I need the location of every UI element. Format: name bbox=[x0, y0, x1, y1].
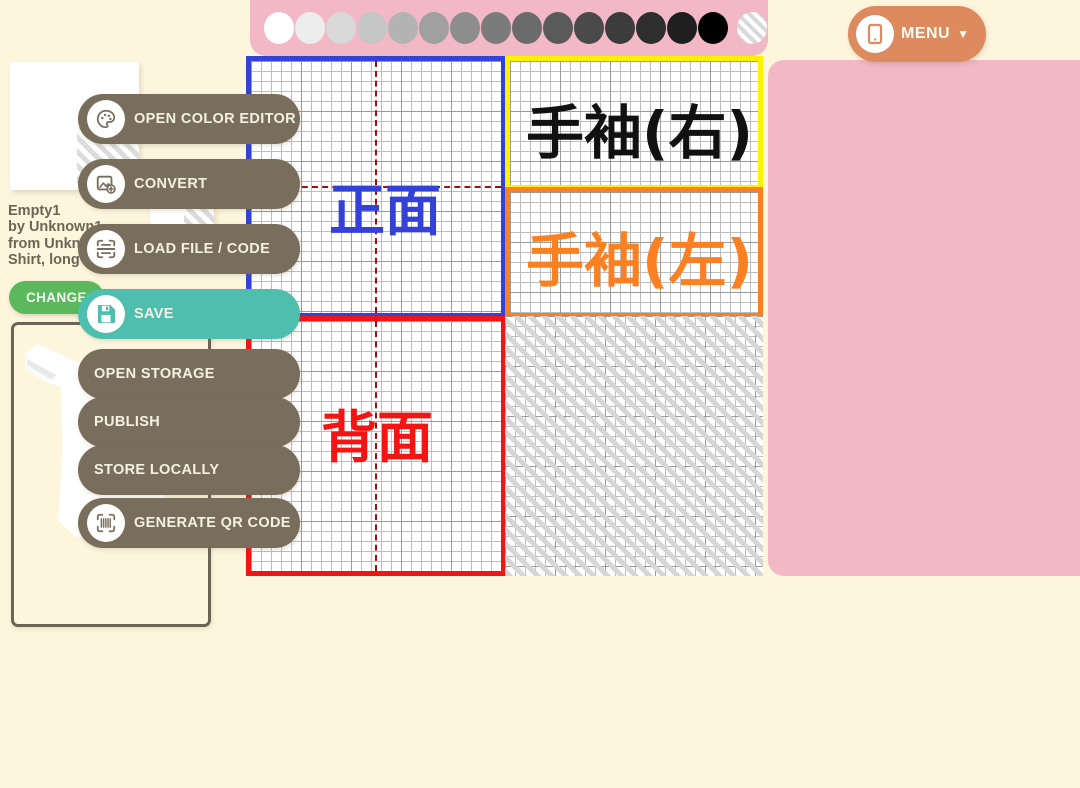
scan-icon bbox=[87, 230, 125, 268]
color-palette-bar[interactable] bbox=[250, 0, 768, 56]
color-swatch-0[interactable] bbox=[264, 12, 294, 44]
app-root: Empty1 by Unknown1 from Unknown1 Shirt, … bbox=[0, 0, 1080, 788]
qr-icon bbox=[87, 504, 125, 542]
action-button-label: PUBLISH bbox=[94, 414, 161, 430]
action-button-label: LOAD FILE / CODE bbox=[134, 241, 271, 257]
color-swatch-5[interactable] bbox=[419, 12, 449, 44]
pixel-canvas[interactable]: 正面 手袖(右) 手袖(左) 背面 bbox=[245, 56, 765, 576]
color-swatch-14[interactable] bbox=[698, 12, 728, 44]
color-swatch-8[interactable] bbox=[512, 12, 542, 44]
color-swatch-2[interactable] bbox=[326, 12, 356, 44]
canvas-quadrant-disabled bbox=[505, 316, 763, 576]
action-button-open-storage[interactable]: OPEN STORAGE bbox=[78, 349, 300, 399]
menu-button[interactable]: MENU ▼ bbox=[848, 6, 986, 62]
color-swatch-9[interactable] bbox=[543, 12, 573, 44]
color-swatch-12[interactable] bbox=[636, 12, 666, 44]
chevron-down-icon: ▼ bbox=[957, 27, 969, 41]
action-button-label: GENERATE QR CODE bbox=[134, 515, 291, 531]
color-swatch-11[interactable] bbox=[605, 12, 635, 44]
grid-overlay-left-sleeve bbox=[510, 192, 758, 313]
action-button-label: STORE LOCALLY bbox=[94, 462, 220, 478]
palette-icon bbox=[87, 100, 125, 138]
color-swatch-13[interactable] bbox=[667, 12, 697, 44]
right-action-panel bbox=[768, 60, 1080, 576]
image-add-icon bbox=[87, 165, 125, 203]
action-button-convert[interactable]: CONVERT bbox=[78, 159, 300, 209]
grid-overlay-right-sleeve bbox=[510, 61, 758, 185]
device-icon bbox=[856, 15, 894, 53]
color-swatch-transparent[interactable] bbox=[737, 12, 767, 44]
canvas-quadrant-left-sleeve[interactable]: 手袖(左) bbox=[505, 187, 763, 318]
action-button-save[interactable]: SAVE bbox=[78, 289, 300, 339]
action-button-label: OPEN STORAGE bbox=[94, 366, 215, 382]
grid-overlay-disabled bbox=[505, 316, 763, 576]
action-button-label: SAVE bbox=[134, 306, 174, 322]
color-swatch-10[interactable] bbox=[574, 12, 604, 44]
action-button-load-file-code[interactable]: LOAD FILE / CODE bbox=[78, 224, 300, 274]
action-button-label: CONVERT bbox=[134, 176, 208, 192]
color-swatch-6[interactable] bbox=[450, 12, 480, 44]
action-button-store-locally[interactable]: STORE LOCALLY bbox=[78, 445, 300, 495]
color-swatch-3[interactable] bbox=[357, 12, 387, 44]
canvas-quadrant-right-sleeve[interactable]: 手袖(右) bbox=[505, 56, 763, 190]
floppy-icon bbox=[87, 295, 125, 333]
action-button-publish[interactable]: PUBLISH bbox=[78, 397, 300, 447]
action-button-open-color-editor[interactable]: OPEN COLOR EDITOR bbox=[78, 94, 300, 144]
crosshair-vertical-back bbox=[375, 321, 377, 571]
color-swatch-1[interactable] bbox=[295, 12, 325, 44]
action-button-generate-qr-code[interactable]: GENERATE QR CODE bbox=[78, 498, 300, 548]
color-swatch-4[interactable] bbox=[388, 12, 418, 44]
action-button-label: OPEN COLOR EDITOR bbox=[134, 111, 296, 127]
color-swatch-7[interactable] bbox=[481, 12, 511, 44]
menu-button-label: MENU bbox=[901, 25, 951, 42]
change-button-label: CHANGE bbox=[26, 290, 87, 305]
